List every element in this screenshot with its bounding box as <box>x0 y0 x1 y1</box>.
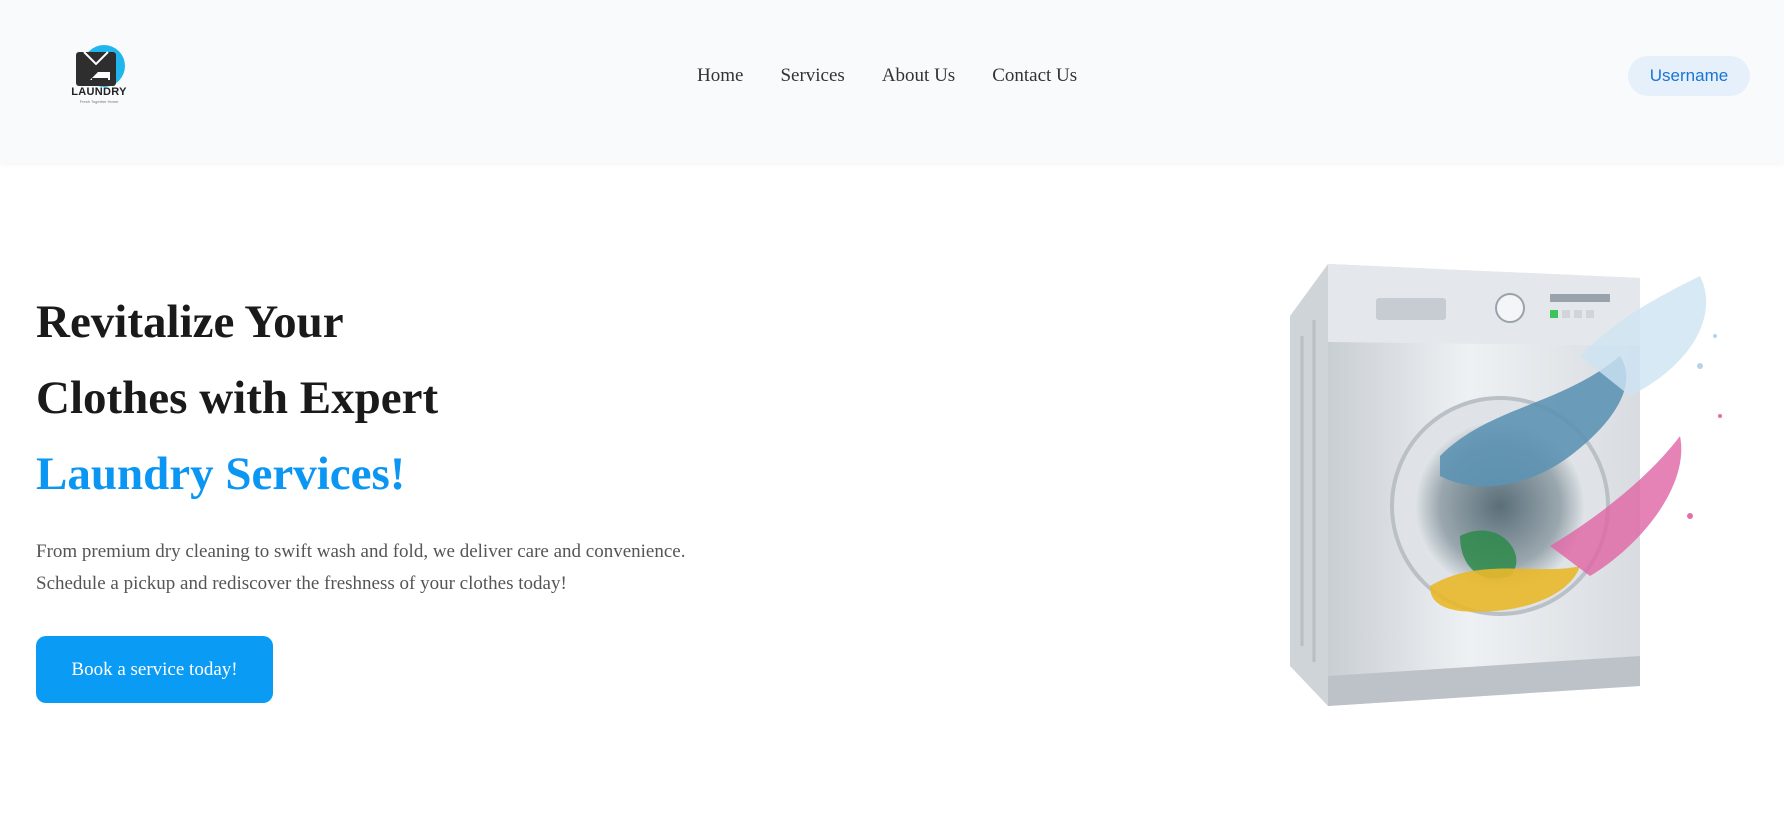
hero-title-accent: Laundry Services! <box>36 448 406 500</box>
nav-contact-us[interactable]: Contact Us <box>992 64 1077 88</box>
nav-about-us[interactable]: About Us <box>882 64 955 88</box>
hero-title-line-1: Revitalize Your <box>36 296 344 348</box>
hero-description-line-2: Schedule a pickup and rediscover the fre… <box>36 573 567 594</box>
site-header: LAUNDRY Fresh Together Home Home Service… <box>0 0 1784 163</box>
book-service-button[interactable]: Book a service today! <box>36 636 273 703</box>
site-logo[interactable]: LAUNDRY Fresh Together Home <box>66 44 132 106</box>
nav-home[interactable]: Home <box>697 64 743 88</box>
washing-machine-icon <box>1290 264 1722 706</box>
username-button[interactable]: Username <box>1628 56 1750 96</box>
washing-machine-image <box>1280 256 1740 712</box>
logo-text: LAUNDRY <box>71 86 127 98</box>
laundry-logo-icon <box>76 45 125 87</box>
main-nav: Home Services About Us Contact Us <box>697 64 1114 88</box>
logo-tagline: Fresh Together Home <box>79 99 119 104</box>
hero-description-line-1: From premium dry cleaning to swift wash … <box>36 541 686 562</box>
nav-services[interactable]: Services <box>780 64 844 88</box>
hero-description: From premium dry cleaning to swift wash … <box>36 536 796 600</box>
hero-title-line-2: Clothes with Expert <box>36 372 439 424</box>
hero-title: Revitalize Your Clothes with Expert Laun… <box>36 284 438 512</box>
